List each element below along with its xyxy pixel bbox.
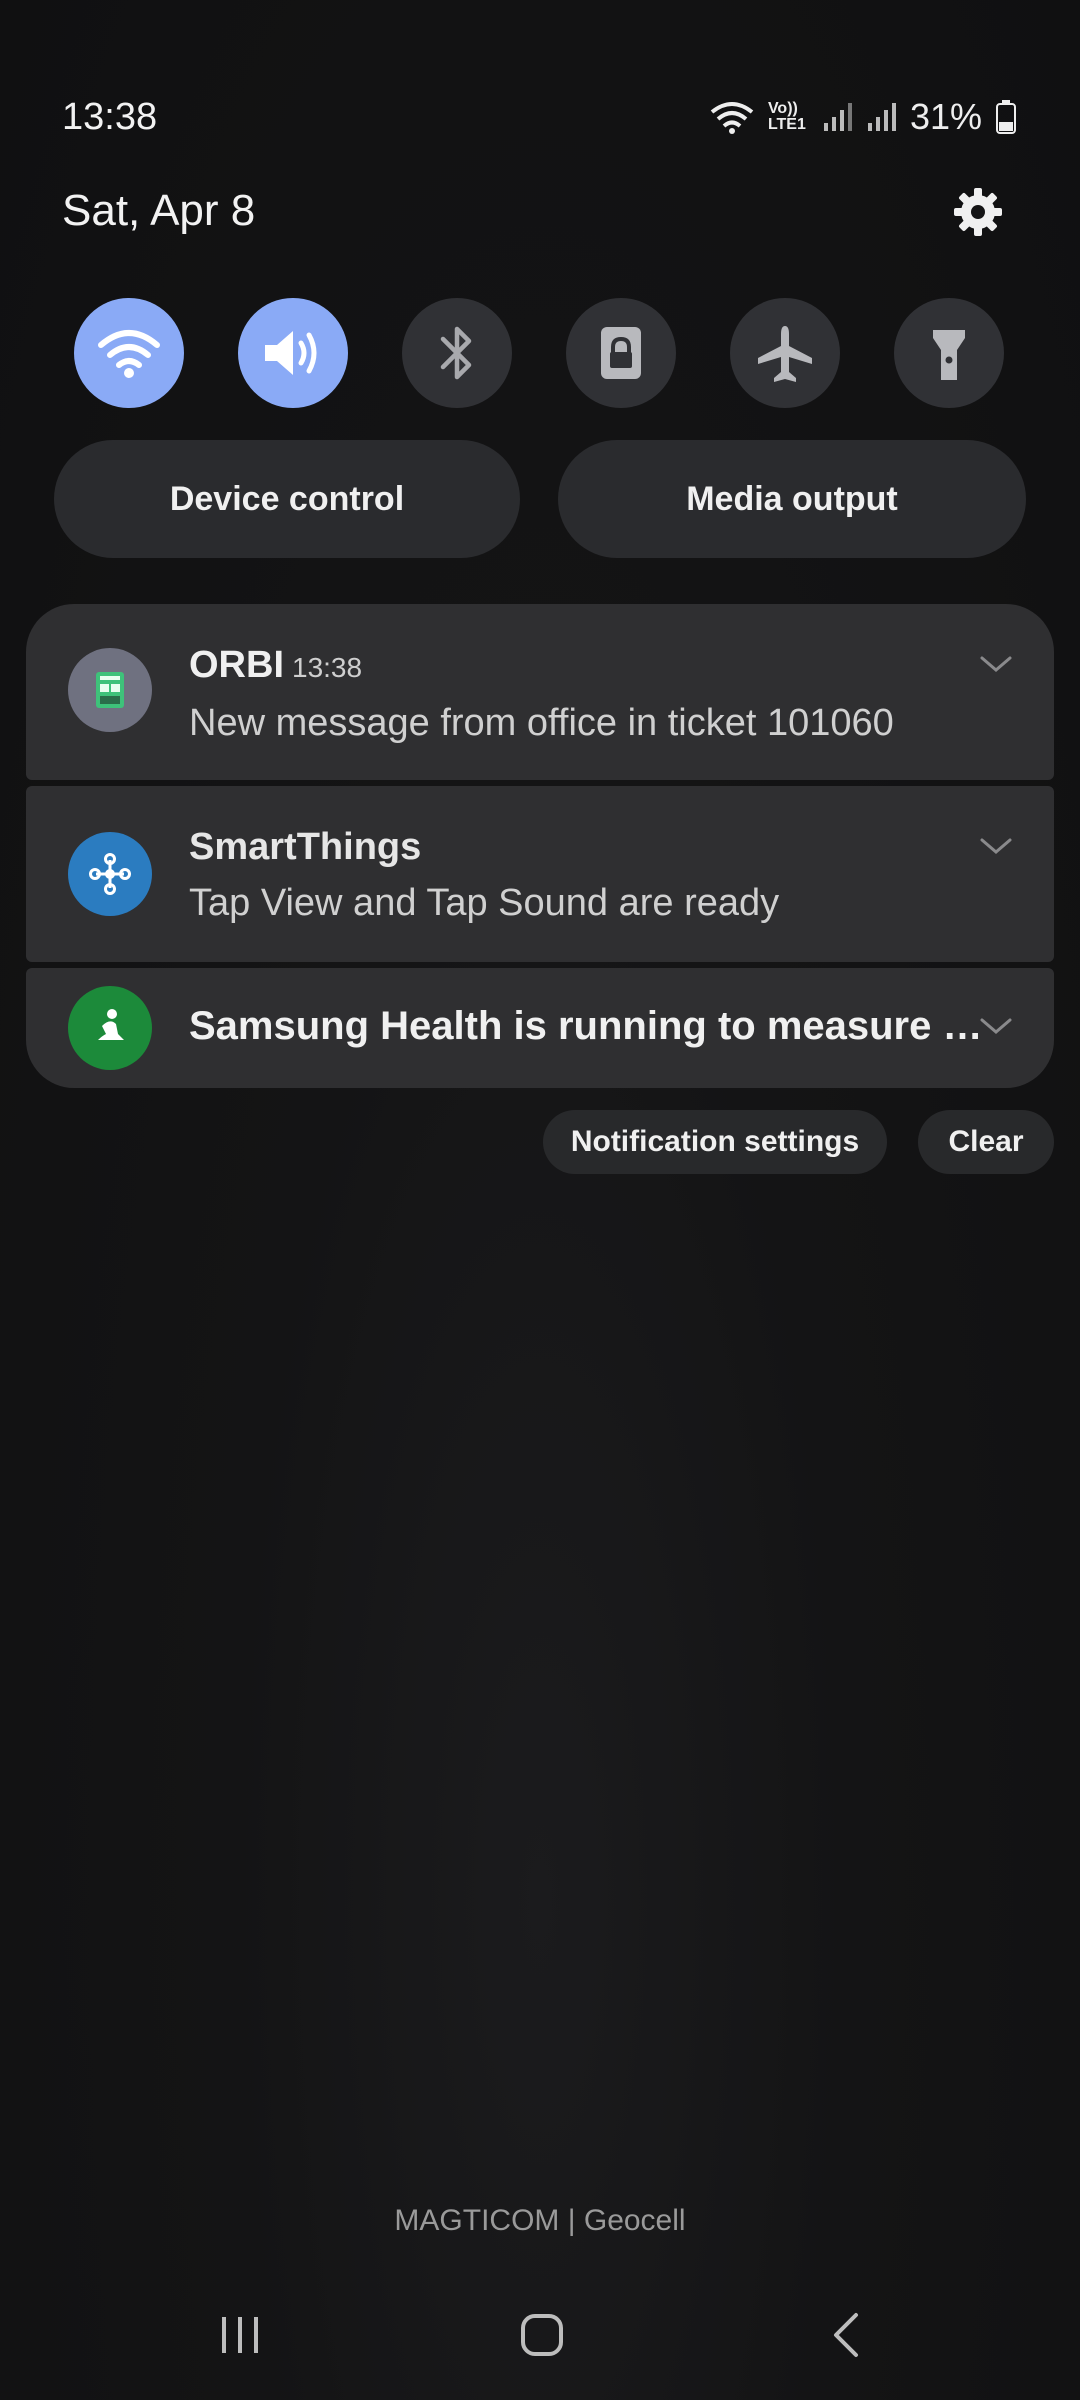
signal-icon xyxy=(823,103,852,131)
samsung-health-app-icon xyxy=(68,986,152,1070)
back-button[interactable] xyxy=(796,2300,896,2370)
notification-settings-button[interactable]: Notification settings xyxy=(543,1110,887,1174)
flashlight-icon xyxy=(933,330,965,380)
recents-button[interactable] xyxy=(190,2300,290,2370)
chevron-down-icon[interactable] xyxy=(978,646,1014,682)
status-time: 13:38 xyxy=(62,96,158,138)
notification-app-name: SmartThings xyxy=(189,826,422,868)
orbi-app-icon xyxy=(68,648,152,732)
airplane-mode-toggle[interactable] xyxy=(730,298,840,408)
navigation-bar xyxy=(0,2300,1080,2370)
wifi-toggle[interactable] xyxy=(74,298,184,408)
wifi-status-icon xyxy=(710,102,754,134)
runner-icon xyxy=(98,1009,124,1040)
bluetooth-icon xyxy=(440,326,472,380)
chevron-down-icon[interactable] xyxy=(978,1008,1014,1044)
notification-title: Samsung Health is running to measure you… xyxy=(189,1004,989,1048)
home-button[interactable] xyxy=(492,2300,592,2370)
flashlight-toggle[interactable] xyxy=(894,298,1004,408)
notification-smartthings[interactable]: SmartThings Tap View and Tap Sound are r… xyxy=(26,786,1054,962)
status-icons: Vo)) LTE1 31% xyxy=(710,96,1016,138)
home-icon xyxy=(521,2314,563,2356)
airplane-icon xyxy=(758,326,812,382)
notification-body: Tap View and Tap Sound are ready xyxy=(189,882,780,924)
clear-button[interactable]: Clear xyxy=(918,1110,1054,1174)
signal-icon-2 xyxy=(867,103,896,131)
smartthings-icon xyxy=(89,853,131,895)
notification-samsung-health[interactable]: Samsung Health is running to measure you… xyxy=(26,968,1054,1088)
lock-icon xyxy=(601,327,641,379)
back-icon xyxy=(834,2313,858,2357)
notification-body: New message from office in ticket 101060 xyxy=(189,702,894,744)
document-icon xyxy=(96,672,124,708)
rotation-lock-toggle[interactable] xyxy=(566,298,676,408)
sound-icon xyxy=(265,331,317,375)
battery-icon xyxy=(996,100,1016,134)
recents-icon xyxy=(222,2317,258,2353)
notification-app-name: ORBI xyxy=(189,644,284,686)
wifi-icon xyxy=(98,330,160,378)
sound-toggle[interactable] xyxy=(238,298,348,408)
carrier-label: MAGTICOM | Geocell xyxy=(394,2204,686,2237)
network-type-label: Vo)) LTE1 xyxy=(767,100,806,133)
notification-title: ORBI 13:38 xyxy=(189,644,362,687)
battery-percent: 31% xyxy=(909,96,982,137)
device-control-button[interactable]: Device control xyxy=(54,440,520,558)
notification-time: 13:38 xyxy=(292,652,363,683)
quick-settings-row xyxy=(74,298,1004,408)
media-output-button[interactable]: Media output xyxy=(558,440,1026,558)
smartthings-app-icon xyxy=(68,832,152,916)
chevron-down-icon[interactable] xyxy=(978,828,1014,864)
gear-icon[interactable] xyxy=(952,186,1004,238)
notification-orbi[interactable]: ORBI 13:38 New message from office in tic… xyxy=(26,604,1054,780)
date-label: Sat, Apr 8 xyxy=(62,186,256,235)
bluetooth-toggle[interactable] xyxy=(402,298,512,408)
